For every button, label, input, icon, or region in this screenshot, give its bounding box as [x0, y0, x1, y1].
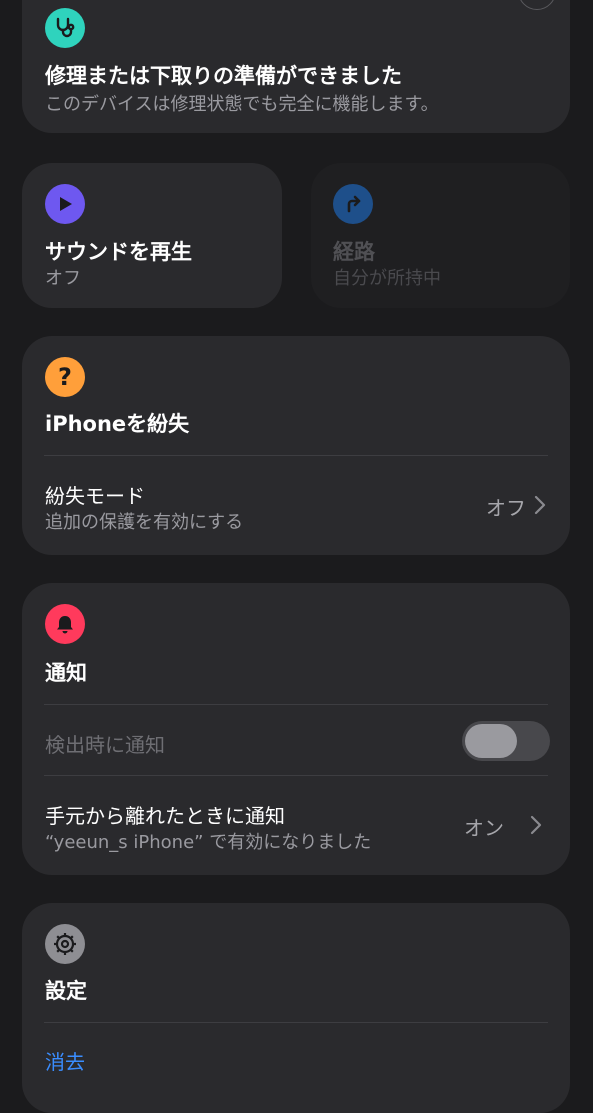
divider [44, 704, 548, 705]
notify-left-behind-value: オン [464, 816, 504, 840]
lost-mode-value: オフ [486, 496, 526, 520]
repair-subtitle: このデバイスは修理状態でも完全に機能します。 [45, 94, 439, 115]
lost-mode-subtitle: 追加の保護を有効にする [45, 512, 244, 533]
play-sound-card[interactable]: サウンドを再生 オフ [22, 163, 282, 308]
lost-mode-label: 紛失モード [45, 484, 145, 508]
notify-when-found-label: 検出時に通知 [45, 733, 165, 757]
play-icon [45, 184, 85, 224]
bell-icon [45, 604, 85, 644]
directions-icon [333, 184, 373, 224]
play-sound-title: サウンドを再生 [45, 240, 192, 264]
gear-icon [45, 924, 85, 964]
repair-title: 修理または下取りの準備ができました [45, 64, 402, 88]
chevron-right-icon [534, 495, 546, 515]
directions-card: 経路 自分が所持中 [311, 163, 570, 308]
notifications-title: 通知 [45, 661, 87, 685]
lost-title: iPhoneを紛失 [45, 412, 190, 436]
notify-left-behind-subtitle: “yeeun_s iPhone” で有効になりました [45, 832, 372, 853]
notifications-card: 通知 検出時に通知 手元から離れたときに通知 “yeeun_s iPhone” … [22, 583, 570, 875]
toggle-knob [465, 724, 517, 758]
chevron-right-icon [530, 815, 542, 835]
directions-title: 経路 [333, 240, 375, 264]
divider [44, 1022, 548, 1023]
notify-when-found-toggle[interactable] [462, 721, 550, 761]
notify-left-behind-label: 手元から離れたときに通知 [45, 804, 285, 828]
repair-card: 修理または下取りの準備ができました このデバイスは修理状態でも完全に機能します。 [22, 0, 570, 133]
lost-card: ? iPhoneを紛失 紛失モード 追加の保護を有効にする オフ [22, 336, 570, 555]
question-icon: ? [45, 357, 85, 397]
notify-left-behind-row[interactable]: 手元から離れたときに通知 “yeeun_s iPhone” で有効になりました … [22, 776, 570, 875]
erase-button[interactable]: 消去 [45, 1046, 85, 1075]
lost-mode-row[interactable]: 紛失モード 追加の保護を有効にする オフ [22, 456, 570, 555]
settings-title: 設定 [45, 979, 87, 1003]
play-sound-status: オフ [45, 268, 81, 289]
settings-card: 設定 消去 [22, 903, 570, 1113]
stethoscope-icon [45, 8, 85, 48]
directions-subtitle: 自分が所持中 [333, 268, 441, 289]
